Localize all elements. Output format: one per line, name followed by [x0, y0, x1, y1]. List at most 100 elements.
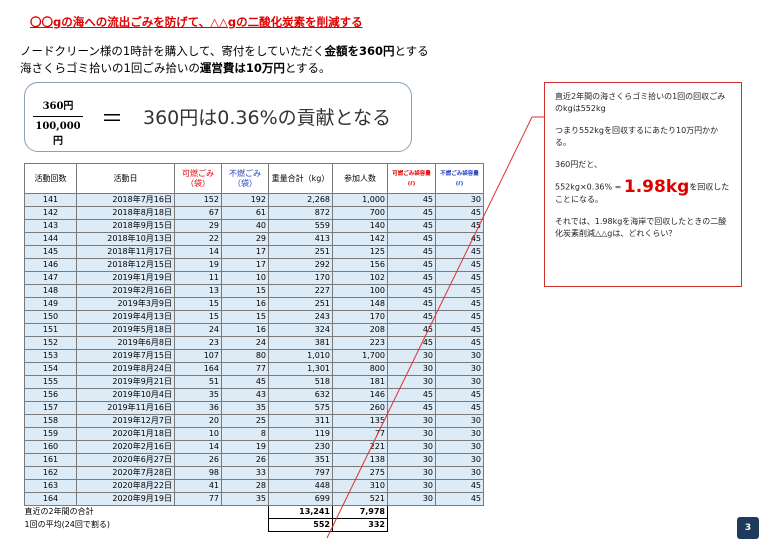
- table-row: 150 2019年4月13日 15 15 243 170 45 45: [24, 310, 484, 324]
- table-row: 159 2020年1月18日 10 8 119 77 30 30: [24, 427, 484, 441]
- cell-nonburn-capacity: 45: [435, 206, 484, 220]
- cell-nonburnable: 19: [221, 440, 269, 454]
- cell-nonburnable: 16: [221, 323, 269, 337]
- cell-burnable: 22: [174, 232, 222, 246]
- cell-nonburn-capacity: 45: [435, 492, 484, 506]
- cell-burnable: 107: [174, 349, 222, 363]
- cell-burnable: 26: [174, 453, 222, 467]
- cell-burnable: 24: [174, 323, 222, 337]
- table-row: 141 2018年7月16日 152 192 2,268 1,000 45 30: [24, 193, 484, 207]
- table-row: 163 2020年8月22日 41 28 448 310 30 45: [24, 479, 484, 493]
- cell-date: 2018年11月17日: [76, 245, 175, 259]
- cell-date: 2019年5月18日: [76, 323, 175, 337]
- cell-nonburnable: 35: [221, 401, 269, 415]
- cell-burn-capacity: 30: [387, 362, 436, 376]
- total-weight: 13,241: [268, 505, 333, 519]
- cell-burnable: 67: [174, 206, 222, 220]
- cell-count: 147: [24, 271, 77, 285]
- cell-nonburn-capacity: 30: [435, 453, 484, 467]
- cell-nonburn-capacity: 45: [435, 388, 484, 402]
- cell-nonburn-capacity: 30: [435, 193, 484, 207]
- cell-nonburnable: 10: [221, 271, 269, 285]
- cell-nonburnable: 45: [221, 375, 269, 389]
- cell-burnable: 29: [174, 219, 222, 233]
- cell-weight: 1,010: [268, 349, 333, 363]
- cell-date: 2020年7月28日: [76, 466, 175, 480]
- cell-burn-capacity: 30: [387, 440, 436, 454]
- note-p1: 直近2年間の海さくらゴミ拾いの1回の回収ごみのkgは552kg: [555, 92, 726, 113]
- cell-nonburnable: 24: [221, 336, 269, 350]
- table-row: 151 2019年5月18日 24 16 324 208 45 45: [24, 323, 484, 337]
- cell-burn-capacity: 45: [387, 232, 436, 246]
- table-row: 158 2019年12月7日 20 25 311 135 30 30: [24, 414, 484, 428]
- intro-line-1-c: とする: [394, 44, 429, 58]
- cell-burn-capacity: 30: [387, 479, 436, 493]
- cell-count: 148: [24, 284, 77, 298]
- header-date: 活動日: [76, 163, 175, 194]
- cell-nonburnable: 192: [221, 193, 269, 207]
- cell-burnable: 10: [174, 427, 222, 441]
- note-calc: 552kg×0.36% =: [555, 182, 622, 192]
- cell-burnable: 15: [174, 297, 222, 311]
- cell-count: 155: [24, 375, 77, 389]
- cell-weight: 170: [268, 271, 333, 285]
- header-weight: 重量合計（kg）: [268, 163, 333, 194]
- cell-participants: 135: [332, 414, 388, 428]
- table-row: 149 2019年3月9日 15 16 251 148 45 45: [24, 297, 484, 311]
- cell-nonburnable: 16: [221, 297, 269, 311]
- average-weight: 552: [268, 518, 333, 532]
- cell-burn-capacity: 30: [387, 466, 436, 480]
- intro-line-1: ノードクリーン様の1時計を購入して、寄付をしていただく金額を360円とする: [20, 43, 429, 59]
- cell-count: 144: [24, 232, 77, 246]
- cell-participants: 800: [332, 362, 388, 376]
- header-burn-capacity: 可燃ごみ袋容量(ℓ): [387, 163, 436, 194]
- cell-count: 164: [24, 492, 77, 506]
- cell-nonburnable: 33: [221, 466, 269, 480]
- note-p3: 360円だと、: [555, 160, 602, 169]
- cell-burn-capacity: 45: [387, 310, 436, 324]
- cell-burn-capacity: 45: [387, 245, 436, 259]
- table-row: 162 2020年7月28日 98 33 797 275 30 30: [24, 466, 484, 480]
- cell-burn-capacity: 45: [387, 258, 436, 272]
- total-row: 直近の2年間の合計 13,241 7,978: [24, 505, 484, 519]
- table-row: 152 2019年6月8日 23 24 381 223 45 45: [24, 336, 484, 350]
- cell-nonburn-capacity: 30: [435, 349, 484, 363]
- cell-weight: 351: [268, 453, 333, 467]
- cell-nonburn-capacity: 45: [435, 479, 484, 493]
- cell-date: 2019年10月4日: [76, 388, 175, 402]
- average-label: 1回の平均(24回で割る): [24, 518, 269, 532]
- cell-burnable: 20: [174, 414, 222, 428]
- cell-participants: 142: [332, 232, 388, 246]
- cell-participants: 170: [332, 310, 388, 324]
- cell-weight: 292: [268, 258, 333, 272]
- note-p2: つまり552kgを回収するにあたり10万円かかる。: [555, 126, 719, 147]
- cell-date: 2019年12月7日: [76, 414, 175, 428]
- table-row: 147 2019年1月19日 11 10 170 102 45 45: [24, 271, 484, 285]
- cell-count: 145: [24, 245, 77, 259]
- page-number-badge: 3: [737, 517, 759, 539]
- activity-table: 活動回数 活動日 可燃ごみ（袋） 不燃ごみ（袋） 重量合計（kg） 参加人数 可…: [24, 163, 484, 532]
- cell-date: 2020年9月19日: [76, 492, 175, 506]
- header-participants: 参加人数: [332, 163, 388, 194]
- cell-nonburn-capacity: 45: [435, 297, 484, 311]
- cell-count: 158: [24, 414, 77, 428]
- cell-participants: 208: [332, 323, 388, 337]
- cell-date: 2018年8月18日: [76, 206, 175, 220]
- header-nonburnable: 不燃ごみ（袋）: [221, 163, 269, 194]
- cell-count: 154: [24, 362, 77, 376]
- cell-participants: 148: [332, 297, 388, 311]
- cell-weight: 413: [268, 232, 333, 246]
- cell-count: 160: [24, 440, 77, 454]
- cell-weight: 251: [268, 297, 333, 311]
- cell-nonburn-capacity: 45: [435, 245, 484, 259]
- total-label: 直近の2年間の合計: [24, 505, 269, 519]
- cell-nonburnable: 43: [221, 388, 269, 402]
- cell-date: 2019年7月15日: [76, 349, 175, 363]
- cell-nonburnable: 40: [221, 219, 269, 233]
- intro-line-2: 海さくらゴミ拾いの1回ごみ拾いの運営費は10万円とする。: [20, 60, 331, 76]
- table-row: 144 2018年10月13日 22 29 413 142 45 45: [24, 232, 484, 246]
- cell-count: 149: [24, 297, 77, 311]
- total-participants: 7,978: [332, 505, 388, 519]
- cell-nonburn-capacity: 30: [435, 440, 484, 454]
- cell-date: 2019年1月19日: [76, 271, 175, 285]
